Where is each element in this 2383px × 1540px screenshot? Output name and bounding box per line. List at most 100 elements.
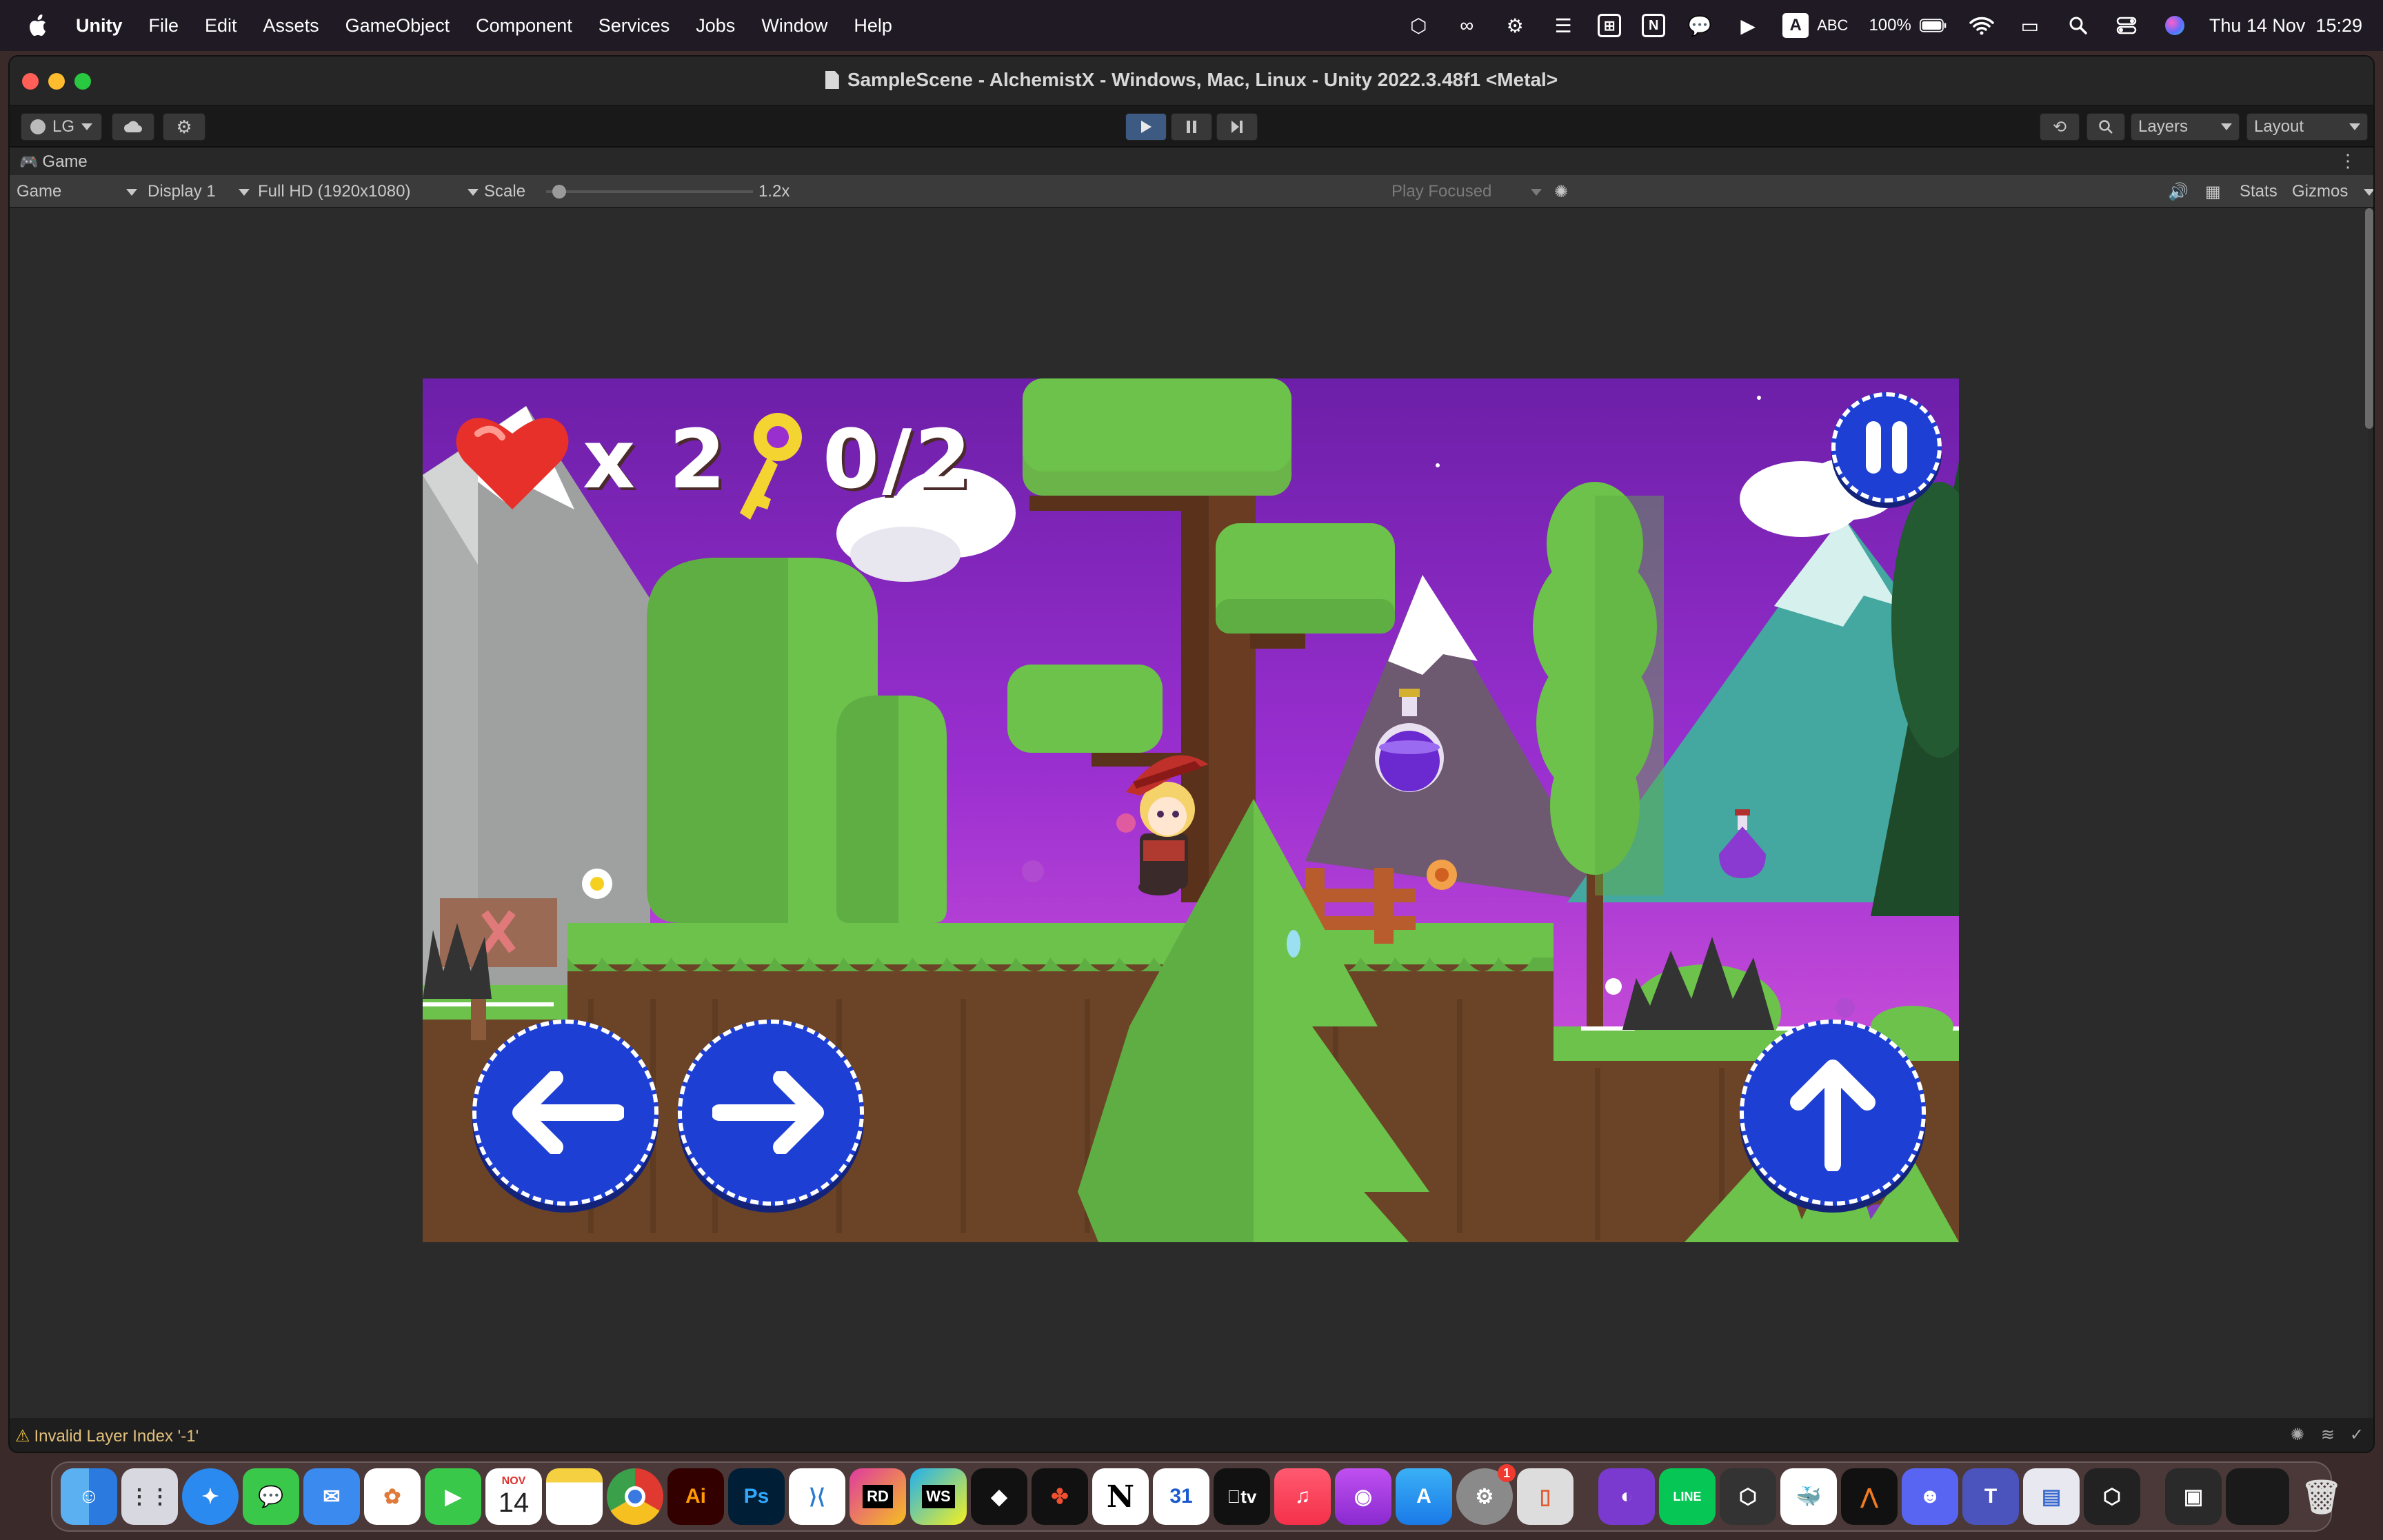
- history-button[interactable]: ⟲: [2040, 113, 2080, 141]
- chevron-down-icon: [126, 189, 137, 196]
- vscode-icon[interactable]: ⟩⟨: [789, 1468, 845, 1525]
- unity-icon[interactable]: ⬡: [1720, 1468, 1776, 1525]
- more-options-icon[interactable]: ⋮: [2339, 150, 2357, 172]
- stats-button[interactable]: Stats: [2240, 182, 2278, 201]
- menu-gameobject[interactable]: GameObject: [345, 15, 450, 37]
- unity-hub-icon[interactable]: ◆: [971, 1468, 1027, 1525]
- menu-services[interactable]: Services: [599, 15, 670, 37]
- creative-cloud-icon[interactable]: ∞: [1453, 12, 1480, 39]
- scale-slider-handle[interactable]: [552, 185, 566, 199]
- rider-icon[interactable]: RD: [849, 1468, 906, 1525]
- bug-icon[interactable]: ✺: [1554, 182, 1568, 202]
- chat-status-icon[interactable]: 💬: [1686, 12, 1713, 39]
- screen-mirroring-icon[interactable]: ▭: [2016, 12, 2044, 39]
- apple-tv-icon[interactable]: tv: [1214, 1468, 1270, 1525]
- apple-menu-icon[interactable]: [25, 12, 52, 39]
- calendar-icon[interactable]: NOV 14: [485, 1468, 542, 1525]
- play-button[interactable]: [1125, 113, 1167, 141]
- google-calendar-icon[interactable]: 31: [1153, 1468, 1209, 1525]
- tab-game[interactable]: 🎮 Game: [19, 152, 88, 172]
- notion-status-icon[interactable]: N: [1642, 14, 1666, 37]
- gizmos-dropdown[interactable]: Gizmos: [2292, 182, 2373, 201]
- screenshot-icon[interactable]: ▣: [2165, 1468, 2222, 1525]
- menu-file[interactable]: File: [149, 15, 179, 37]
- play-status-icon[interactable]: ▶: [1734, 12, 1762, 39]
- system-settings-icon[interactable]: ⚙ 1: [1456, 1464, 1516, 1525]
- game-canvas[interactable]: x 2 0/2: [423, 378, 1959, 1242]
- menu-assets[interactable]: Assets: [263, 15, 319, 37]
- debug-icon[interactable]: ✺: [2291, 1425, 2304, 1445]
- photoshop-icon[interactable]: Ps: [728, 1468, 785, 1525]
- keyboard-input-badge[interactable]: A: [1782, 13, 1809, 38]
- menu-window[interactable]: Window: [761, 15, 827, 37]
- notes-icon[interactable]: [546, 1468, 603, 1525]
- pause-button[interactable]: [1171, 113, 1212, 141]
- scale-slider[interactable]: [546, 185, 753, 199]
- cloud-button[interactable]: [112, 113, 154, 141]
- photos-icon[interactable]: ✿: [364, 1468, 421, 1525]
- finder-icon[interactable]: ☺: [61, 1468, 117, 1525]
- chrome-icon[interactable]: [607, 1468, 663, 1525]
- menu-component[interactable]: Component: [476, 15, 572, 37]
- menu-jobs[interactable]: Jobs: [696, 15, 735, 37]
- iphone-mirroring-icon[interactable]: ▯: [1517, 1468, 1573, 1525]
- grid-app-icon[interactable]: ⊞: [1598, 14, 1622, 37]
- account-dropdown[interactable]: LG: [21, 113, 102, 141]
- github-desktop-icon[interactable]: ◐: [1598, 1468, 1655, 1525]
- jump-button[interactable]: [1740, 1020, 1926, 1206]
- search-button[interactable]: [2087, 113, 2125, 141]
- menu-edit[interactable]: Edit: [205, 15, 237, 37]
- mail-icon[interactable]: ✉: [303, 1468, 360, 1525]
- altair-icon[interactable]: ⋀: [1841, 1468, 1898, 1525]
- safari-icon[interactable]: ✦: [182, 1468, 239, 1525]
- keyboard-input-label[interactable]: ABC: [1817, 17, 1848, 34]
- illustrator-icon[interactable]: Ai: [667, 1468, 724, 1525]
- figma-icon[interactable]: ✤: [1032, 1468, 1088, 1525]
- step-button[interactable]: [1216, 113, 1258, 141]
- menu-help[interactable]: Help: [854, 15, 892, 37]
- layout-dropdown[interactable]: Layout: [2246, 113, 2368, 141]
- webstorm-icon[interactable]: WS: [910, 1468, 967, 1525]
- music-icon[interactable]: ♫: [1274, 1468, 1331, 1525]
- pause-game-button[interactable]: [1831, 392, 1942, 503]
- display-dropdown[interactable]: Display 1: [148, 182, 250, 201]
- launchpad-icon[interactable]: ⋮⋮: [121, 1468, 178, 1525]
- control-center-icon[interactable]: [2113, 12, 2140, 39]
- notion-icon[interactable]: N: [1092, 1468, 1149, 1525]
- play-focused-dropdown[interactable]: Play Focused: [1391, 182, 1542, 201]
- preview-icon[interactable]: ▤: [2023, 1468, 2080, 1525]
- menu-app-name[interactable]: Unity: [76, 15, 123, 37]
- viewport-scrollbar[interactable]: [2365, 208, 2373, 429]
- audio-mute-icon[interactable]: 🔊: [2168, 182, 2189, 202]
- game-mode-dropdown[interactable]: Game: [17, 182, 137, 201]
- stack-icon[interactable]: ☰: [1549, 12, 1577, 39]
- battery-percent[interactable]: 100%: [1869, 16, 1911, 35]
- battery-icon[interactable]: [1919, 12, 1947, 39]
- spotlight-search-icon[interactable]: [2064, 12, 2092, 39]
- teams-icon[interactable]: T: [1962, 1468, 2019, 1525]
- check-circle-icon[interactable]: ✓: [2350, 1425, 2364, 1445]
- grid-stats-icon[interactable]: ▦: [2205, 182, 2221, 202]
- collab-settings-button[interactable]: ⚙: [163, 113, 205, 141]
- console-warning-message[interactable]: ⚠ Invalid Layer Index '-1': [15, 1426, 199, 1446]
- steam-icon[interactable]: ⚙: [1501, 12, 1529, 39]
- messages-icon[interactable]: 💬: [243, 1468, 299, 1525]
- facetime-icon[interactable]: ▶: [425, 1468, 481, 1525]
- unity-editor-icon[interactable]: ⬡: [2084, 1468, 2140, 1525]
- app-store-icon[interactable]: A: [1396, 1468, 1452, 1525]
- layers-status-icon[interactable]: ≋: [2321, 1425, 2335, 1445]
- unity-status-icon[interactable]: ⬡: [1405, 12, 1432, 39]
- discord-icon[interactable]: ☻: [1902, 1468, 1958, 1525]
- move-left-button[interactable]: [472, 1020, 658, 1206]
- docker-icon[interactable]: 🐳: [1780, 1468, 1837, 1525]
- wifi-icon[interactable]: [1968, 12, 1995, 39]
- move-right-button[interactable]: [678, 1020, 864, 1206]
- line-icon[interactable]: LINE: [1659, 1468, 1716, 1525]
- layers-dropdown[interactable]: Layers: [2131, 113, 2240, 141]
- window-thumbnail-icon[interactable]: [2226, 1468, 2289, 1525]
- resolution-dropdown[interactable]: Full HD (1920x1080): [258, 182, 479, 201]
- clock-datetime[interactable]: Thu 14 Nov 15:29: [2209, 15, 2362, 37]
- siri-icon[interactable]: [2161, 12, 2189, 39]
- podcasts-icon[interactable]: ◉: [1335, 1468, 1391, 1525]
- trash-icon[interactable]: 🗑: [2293, 1468, 2350, 1525]
